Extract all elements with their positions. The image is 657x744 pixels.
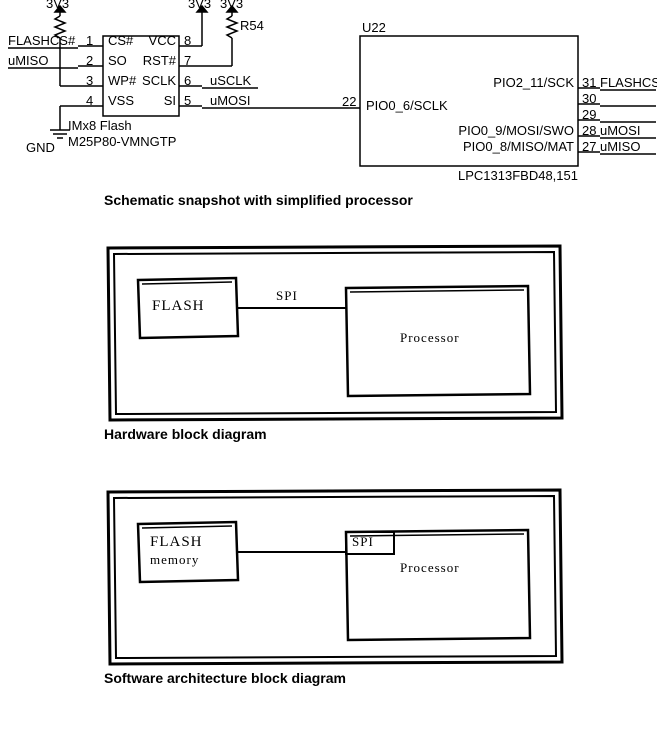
flash-pin6-name: SCLK — [142, 73, 176, 88]
r54-label: R54 — [240, 18, 264, 33]
net-usclk: uSCLK — [210, 73, 251, 88]
net-umiso: uMISO — [8, 53, 48, 68]
net-flashcs: FLASHCS# — [8, 33, 75, 48]
flash-pin5-num: 5 — [184, 93, 191, 108]
net-umosi: uMOSI — [210, 93, 250, 108]
flash-pin8-num: 8 — [184, 33, 191, 48]
flash-pin5-name: SI — [164, 93, 176, 108]
rail-3v3-left: 3V3 — [46, 0, 69, 11]
flash-pin6-num: 6 — [184, 73, 191, 88]
gnd-label: GND — [26, 140, 55, 155]
mcu-ref: U22 — [362, 20, 386, 35]
flash-pin2-num: 2 — [86, 53, 93, 68]
hw-spi-label: SPI — [276, 288, 298, 304]
sw-block-svg — [0, 478, 657, 738]
mcu-pin22-num: 22 — [342, 94, 356, 109]
sw-proc-label: Processor — [400, 560, 460, 576]
rail-3v3-right: 3V3 — [220, 0, 243, 11]
flash-pin7-num: 7 — [184, 53, 191, 68]
flash-title2: M25P80-VMNGTP — [68, 134, 176, 149]
mcu-part: LPC1313FBD48,151 — [458, 168, 578, 183]
flash-title1: IMx8 Flash — [68, 118, 132, 133]
sw-caption: Software architecture block diagram — [104, 670, 346, 686]
flash-pin4-name: VSS — [108, 93, 134, 108]
mcu-pin22-name: PIO0_6/SCLK — [366, 98, 448, 113]
flash-pin4-num: 4 — [86, 93, 93, 108]
hw-block-svg — [0, 234, 657, 494]
mcu-pin27-net: uMISO — [600, 139, 640, 154]
flash-pin3-name: WP# — [108, 73, 136, 88]
mcu-pin31-num: 31 — [582, 75, 596, 90]
flash-pin7-name: RST# — [143, 53, 176, 68]
mcu-pin28-net: uMOSI — [600, 123, 640, 138]
mcu-pin28-name: PIO0_9/MOSI/SWO — [458, 123, 574, 138]
rail-3v3-mid: 3V3 — [188, 0, 211, 11]
hw-flash-label: FLASH — [152, 298, 205, 315]
flash-pin8-name: VCC — [149, 33, 176, 48]
mcu-pin30-num: 30 — [582, 91, 596, 106]
page: 3V3 3V3 3V3 R54 GND FLASHCS# uMISO 1 CS#… — [0, 0, 657, 744]
flash-pin2-name: SO — [108, 53, 127, 68]
mcu-pin28-num: 28 — [582, 123, 596, 138]
mcu-pin27-name: PIO0_8/MISO/MAT — [463, 139, 574, 154]
flash-pin1-num: 1 — [86, 33, 93, 48]
mcu-pin31-name: PIO2_11/SCK — [493, 75, 574, 90]
flash-pin1-name: CS# — [108, 33, 133, 48]
mcu-pin27-num: 27 — [582, 139, 596, 154]
sw-flash-label2: memory — [150, 552, 199, 568]
mcu-pin29-num: 29 — [582, 107, 596, 122]
sw-flash-label1: FLASH — [150, 534, 203, 551]
mcu-pin31-net: FLASHCS# — [600, 75, 657, 90]
schematic-caption: Schematic snapshot with simplified proce… — [104, 192, 413, 208]
hw-proc-label: Processor — [400, 330, 460, 346]
flash-pin3-num: 3 — [86, 73, 93, 88]
sw-spi-label: SPI — [352, 534, 374, 550]
hw-caption: Hardware block diagram — [104, 426, 267, 442]
